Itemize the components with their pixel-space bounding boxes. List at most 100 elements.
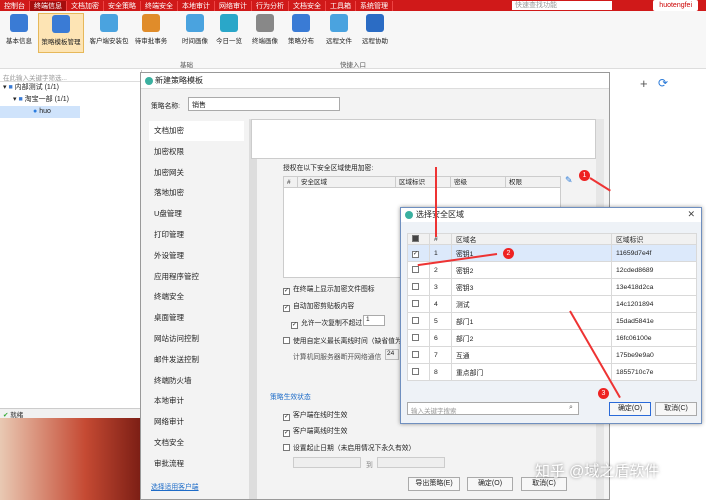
ribbon-button[interactable]: 今日一览: [212, 13, 246, 45]
nav-item[interactable]: 本地审计: [149, 391, 244, 411]
row-index: 5: [429, 312, 452, 330]
nav-item[interactable]: 邮件发送控制: [149, 350, 244, 370]
tree-filter-input[interactable]: 在此输入关键字筛选...: [0, 70, 141, 82]
search-icon[interactable]: ⌕: [569, 404, 573, 412]
option-clipboard[interactable]: ✓ 自动加密剪贴板内容: [283, 300, 354, 312]
row-zone-id: 13e418d2ca: [611, 278, 697, 296]
nav-item[interactable]: 应用程序管控: [149, 267, 244, 287]
menu-item[interactable]: 行为分析: [252, 0, 289, 11]
option-show-icon[interactable]: ✓ 在终端上显示加密文件图标: [283, 283, 375, 295]
nav-item[interactable]: 加密网关: [149, 163, 244, 183]
select-client-link[interactable]: 选择适用客户端: [151, 481, 199, 491]
row-zone-name: 测试: [451, 295, 612, 313]
menu-item[interactable]: 安全策略: [104, 0, 141, 11]
zone-search-input[interactable]: 输入关键字搜索: [407, 402, 579, 415]
select-ok-button[interactable]: 确定(O): [609, 402, 651, 416]
nav-item[interactable]: 终端安全: [149, 287, 244, 307]
nav-item[interactable]: 网站访问控制: [149, 329, 244, 349]
zone-row[interactable]: 5 部门1 15dad5841e: [407, 312, 697, 330]
menu-item[interactable]: 网络审计: [215, 0, 252, 11]
top-panel: [251, 119, 596, 159]
ok-button[interactable]: 确定(O): [467, 477, 513, 491]
menu-item[interactable]: 本地审计: [178, 0, 215, 11]
nav-item[interactable]: 文档加密: [149, 121, 244, 141]
zone-row[interactable]: 8 重点部门 1855710c7e: [407, 363, 697, 381]
ribbon-group-label: 基础: [180, 62, 193, 69]
row-checkbox[interactable]: [407, 278, 430, 296]
tree-node-root[interactable]: ▾ ■ 内部测试 (1/1): [0, 82, 141, 94]
ribbon-button[interactable]: 远程协助: [358, 13, 392, 45]
menu-item[interactable]: 工具箱: [326, 0, 356, 11]
row-checkbox[interactable]: [407, 346, 430, 364]
select-all-checkbox[interactable]: [407, 233, 430, 245]
checkbox[interactable]: ✓: [283, 288, 290, 295]
auth-zone-label: 授权在以下安全区域使用加密:: [283, 165, 374, 172]
option-copy-limit[interactable]: ✓ 允许一次复制不超过: [291, 317, 362, 329]
menu-item[interactable]: 文档安全: [289, 0, 326, 11]
refresh-icon[interactable]: ⟳: [658, 76, 668, 90]
row-checkbox[interactable]: [407, 295, 430, 313]
nav-item[interactable]: 打印管理: [149, 225, 244, 245]
checkbox[interactable]: ✓: [283, 305, 290, 312]
quick-search-input[interactable]: 快速查找功能: [512, 1, 612, 10]
col-permission: 权限: [509, 179, 522, 186]
select-cancel-button[interactable]: 取消(C): [655, 402, 697, 416]
option-offline-time[interactable]: 使用自定义最长离线时间（缺省值为: [283, 335, 402, 345]
row-checkbox[interactable]: [407, 363, 430, 381]
ribbon-button[interactable]: 时间画像: [178, 13, 212, 45]
edit-icon[interactable]: ✎: [565, 175, 573, 186]
copy-limit-input[interactable]: 1: [363, 315, 385, 326]
menu-item[interactable]: 终端安全: [141, 0, 178, 11]
nav-scrollbar[interactable]: [249, 119, 257, 499]
nav-item[interactable]: 落地加密: [149, 183, 244, 203]
menu-item[interactable]: 系统管理: [356, 0, 393, 11]
row-checkbox[interactable]: [407, 312, 430, 330]
menu-item[interactable]: 终端信息: [30, 0, 67, 11]
zone-row[interactable]: 2 密钥2 12cded8689: [407, 261, 697, 279]
policy-name-label: 策略名称:: [151, 103, 181, 110]
checkbox[interactable]: [283, 444, 290, 451]
end-date-picker[interactable]: [377, 457, 445, 468]
ribbon-button[interactable]: 策略模板管理: [38, 13, 84, 53]
menu-item[interactable]: 文档加密: [67, 0, 104, 11]
ribbon-button[interactable]: 基本信息: [2, 13, 36, 45]
menu-item[interactable]: 控制台: [0, 0, 30, 11]
offline-hours-input[interactable]: 24: [385, 349, 399, 360]
start-date-picker[interactable]: [293, 457, 361, 468]
close-icon[interactable]: ✕: [687, 209, 695, 220]
nav-item[interactable]: 加密权限: [149, 142, 244, 162]
effect-offline[interactable]: ✓ 客户端离线时生效: [283, 425, 347, 437]
user-badge[interactable]: huotengfei: [653, 0, 698, 11]
nav-item[interactable]: 桌面管理: [149, 308, 244, 328]
policy-name-input[interactable]: 销售: [188, 97, 340, 111]
add-icon[interactable]: +: [640, 76, 648, 91]
ribbon-button[interactable]: 待审批事务: [134, 13, 168, 45]
export-policy-button[interactable]: 导出策略(E): [408, 477, 460, 491]
zone-row[interactable]: 7 互通 175be9e9a0: [407, 346, 697, 364]
effect-date-range[interactable]: 设置起止日期（未启用情况下永久有效）: [283, 442, 415, 452]
checkbox[interactable]: ✓: [291, 322, 298, 329]
nav-item[interactable]: 外设管理: [149, 246, 244, 266]
row-checkbox[interactable]: ✓: [407, 244, 430, 262]
effect-online[interactable]: ✓ 客户端在线时生效: [283, 409, 347, 421]
annotation-arrow: [435, 167, 437, 237]
checkbox[interactable]: ✓: [283, 430, 290, 437]
zone-row[interactable]: 3 密钥3 13e418d2ca: [407, 278, 697, 296]
nav-item[interactable]: 网络审计: [149, 412, 244, 432]
tree-node-computer[interactable]: ● huo: [0, 106, 80, 118]
nav-item[interactable]: 审批流程: [149, 454, 244, 474]
checkbox[interactable]: ✓: [283, 414, 290, 421]
tree-node-group[interactable]: ▾ ■ 淘宝一部 (1/1): [0, 94, 141, 106]
ribbon-button[interactable]: 客户端安装包: [86, 13, 132, 45]
ribbon-button[interactable]: 远程文件: [322, 13, 356, 45]
row-checkbox[interactable]: [407, 329, 430, 347]
row-zone-name: 重点部门: [451, 363, 612, 381]
checkbox[interactable]: [283, 337, 290, 344]
ribbon-button[interactable]: 终端画像: [248, 13, 282, 45]
nav-item[interactable]: 文档安全: [149, 433, 244, 453]
zone-row[interactable]: 6 部门2 16fc06100e: [407, 329, 697, 347]
nav-item[interactable]: 终端防火墙: [149, 371, 244, 391]
zone-row[interactable]: 4 测试 14c1201894: [407, 295, 697, 313]
ribbon-button[interactable]: 策略分布: [284, 13, 318, 45]
nav-item[interactable]: U盘管理: [149, 204, 244, 224]
